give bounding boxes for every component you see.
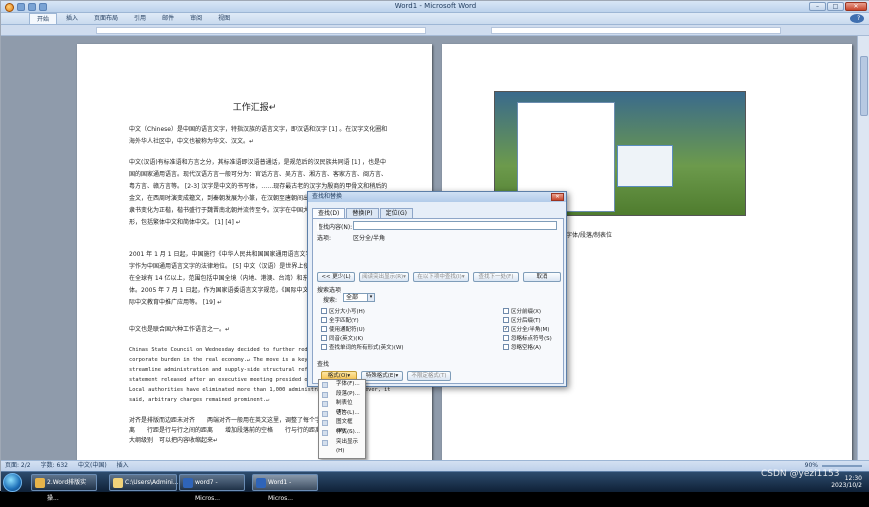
checkbox-match-prefix[interactable]: 区分前缀(X) [503,307,541,315]
font-icon [322,382,328,388]
tab-mailings[interactable]: 邮件 [155,13,181,24]
find-replace-dialog: 查找和替换 ✕ 查找(D) 替换(P) 定位(G) 查找内容(N): 选项: 区… [307,191,567,387]
ribbon-tabs: 开始 插入 页面布局 引用 邮件 审阅 视图 ? [1,13,869,25]
menu-item-highlight[interactable]: 突出显示(H) [319,438,365,454]
search-label: 搜索: [323,297,338,304]
folder-icon [113,478,123,488]
menu-item-font[interactable]: 字体(F)... [319,380,365,390]
image-inner-dialog [617,145,673,187]
word-screen: Word1 - Microsoft Word – □ ✕ 开始 插入 页面布局 … [0,0,869,502]
taskbar-item-word7[interactable]: word7 - Micros... [179,474,245,502]
taskbar-item-explorer[interactable]: C:\Users\Admini... [109,474,179,491]
dialog-close-button[interactable]: ✕ [551,193,564,201]
checkbox-ignore-space[interactable]: 忽略空格(A) [503,343,541,351]
options-value: 区分全/半角 [353,235,386,242]
checkbox-match-width[interactable]: ✓ 区分全/半角(M) [503,325,549,333]
page2-caption[interactable]: 字体/段落/制表位 [566,230,612,239]
tab-references[interactable]: 引用 [127,13,153,24]
no-formatting-button[interactable]: 不限定格式(T) [407,371,451,381]
menu-item-tabs[interactable]: 制表位(T)... [319,399,365,415]
window-title: Word1 - Microsoft Word [394,2,477,10]
word-icon [183,478,193,488]
scroll-thumb[interactable] [860,56,868,116]
dialog-title: 查找和替换 ✕ [308,192,566,202]
status-language[interactable]: 中文(中国) [78,461,107,471]
status-mode[interactable]: 插入 [117,461,129,471]
taskbar-item-word1[interactable]: Word1 - Micros... [252,474,318,502]
checkbox-ignore-punct[interactable]: 忽略标点符号(S) [503,334,552,342]
ruler-page2 [491,27,781,34]
tabs-icon [322,401,328,408]
status-bar: 页面: 2/2 字数: 632 中文(中国) 插入 90% [1,460,869,471]
search-dropdown-icon[interactable]: ▾ [367,293,375,302]
dialog-body: 查找内容(N): 选项: 区分全/半角 << 更少(L) 阅读突出显示(R)▾ … [312,218,564,384]
less-button[interactable]: << 更少(L) [317,272,355,282]
format-dropdown-menu: 字体(F)... 段落(P)... 制表位(T)... 语言(L)... 图文框… [318,379,366,459]
maximize-button[interactable]: □ [827,2,844,11]
word-icon [256,478,266,488]
checkbox-sounds-like[interactable]: 同音(英文)(K) [321,334,363,342]
highlight-icon [322,439,328,446]
style-icon [322,429,328,436]
close-button[interactable]: ✕ [845,2,867,11]
checkbox-word-forms[interactable]: 查找单词的所有形式(英文)(W) [321,343,404,351]
find-next-button[interactable]: 查找下一处(F) [473,272,519,282]
minimize-button[interactable]: – [809,2,826,11]
paragraph-1[interactable]: 中文（Chinese）是中国的语言文字，特指汉族的语言文字，即汉语和汉字 [1]… [129,124,391,148]
cancel-button[interactable]: 取消 [523,272,561,282]
language-icon [322,410,328,417]
clock-date: 2023/10/2 [831,482,862,489]
page-title: 工作汇报↵ [232,103,277,113]
horizontal-ruler[interactable] [1,25,869,36]
frame-icon [322,420,328,427]
find-in-button[interactable]: 在以下项中查找(I)▾ [413,272,469,282]
help-icon[interactable]: ? [850,14,864,23]
search-options-title: 搜索选项 [317,287,342,294]
find-input[interactable] [353,221,557,230]
menu-item-paragraph[interactable]: 段落(P)... [319,390,365,400]
menu-item-style[interactable]: 样式(S)... [319,428,365,438]
tab-review[interactable]: 审阅 [183,13,209,24]
taskbar: 2.Word排版实操... C:\Users\Admini... word7 -… [1,471,869,502]
find-section-label: 查找 [317,361,330,368]
status-words[interactable]: 字数: 632 [41,461,68,471]
zoom-slider[interactable] [822,465,862,467]
ruler-page1 [96,27,426,34]
tab-insert[interactable]: 插入 [59,13,85,24]
checkbox-match-suffix[interactable]: 区分后缀(T) [503,316,541,324]
tab-page-layout[interactable]: 页面布局 [87,13,125,24]
menu-item-frame[interactable]: 图文框(M)... [319,418,365,434]
start-button-icon[interactable] [3,473,22,492]
vertical-scrollbar[interactable] [857,36,869,460]
watermark: CSDN @yezi1153 [761,469,840,479]
special-button[interactable]: 特殊格式(E)▾ [361,371,403,381]
chrome-icon [35,478,45,488]
options-label: 选项: [317,235,332,242]
reading-highlight-button[interactable]: 阅读突出显示(R)▾ [359,272,409,282]
tab-home[interactable]: 开始 [29,13,58,24]
checkmark-icon: ✓ [503,326,509,332]
checkbox-wildcards[interactable]: 使用通配符(U) [321,325,365,333]
paragraph-icon [322,391,328,398]
find-label: 查找内容(N): [317,224,353,231]
taskbar-item-word-doc[interactable]: 2.Word排版实操... [31,474,97,502]
title-bar: Word1 - Microsoft Word – □ ✕ [1,1,869,13]
menu-item-language[interactable]: 语言(L)... [319,409,365,419]
tab-view[interactable]: 视图 [211,13,237,24]
checkbox-match-case[interactable]: 区分大小写(H) [321,307,365,315]
checkbox-whole-word[interactable]: 全字匹配(Y) [321,316,359,324]
status-page[interactable]: 页面: 2/2 [5,461,31,471]
